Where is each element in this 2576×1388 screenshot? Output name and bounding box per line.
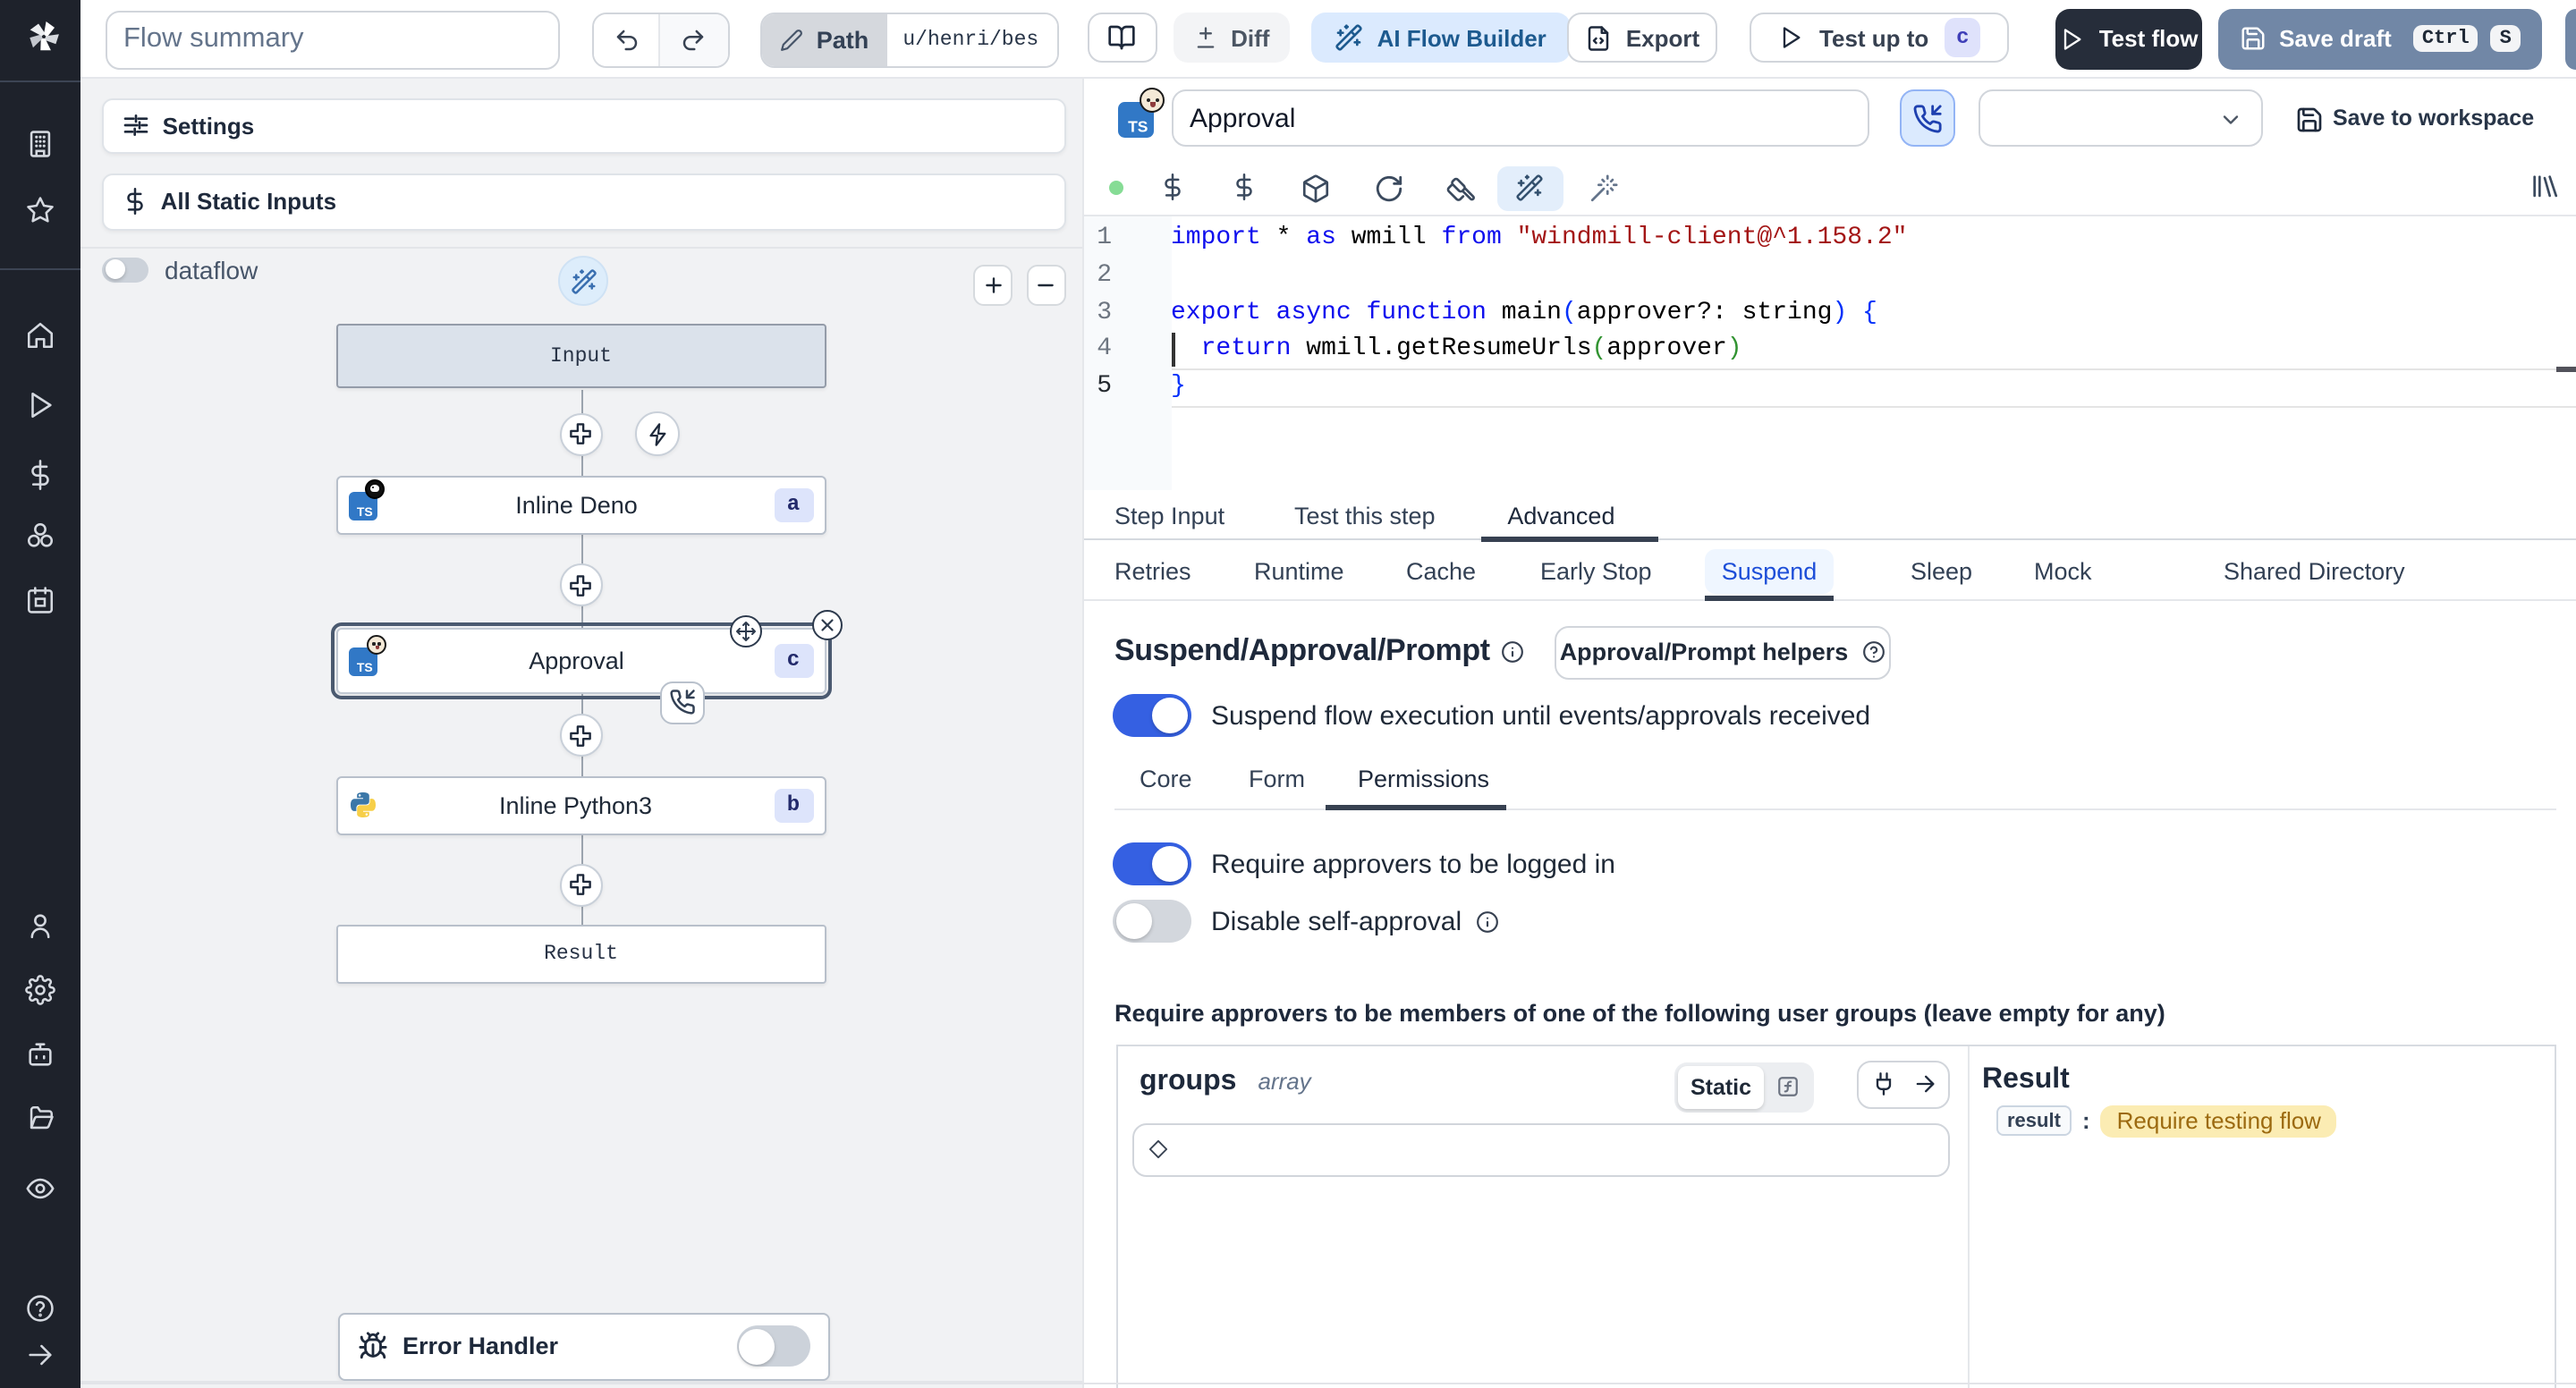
svg-text:TS: TS	[357, 504, 373, 518]
svg-text:TS: TS	[1128, 118, 1148, 136]
svg-text:TS: TS	[357, 659, 373, 673]
